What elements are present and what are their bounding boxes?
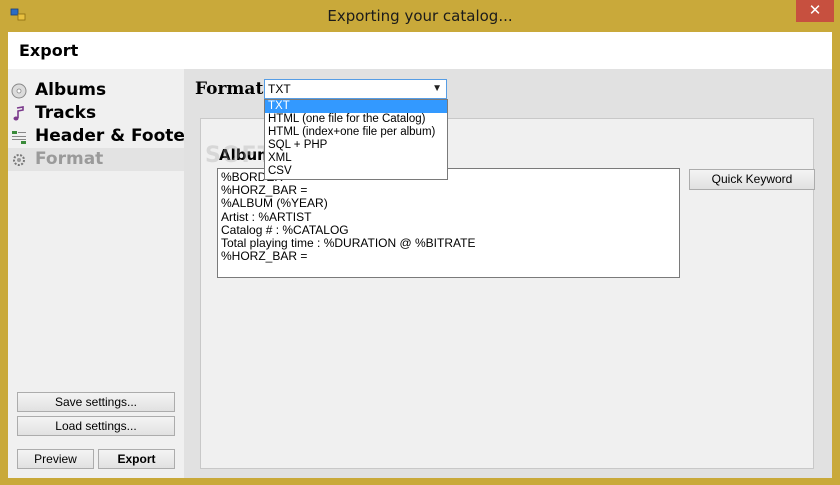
sidebar-item-format[interactable]: Format [8,148,184,171]
header-footer-icon [12,131,26,144]
save-settings-button[interactable]: Save settings... [17,392,175,412]
dropdown-option-csv[interactable]: CSV [265,165,447,178]
load-settings-button[interactable]: Load settings... [17,416,175,436]
dropdown-option-sql-php[interactable]: SQL + PHP [265,139,447,152]
album-template-textarea[interactable]: %BORDER %HORZ_BAR = %ALBUM (%YEAR) Artis… [217,168,680,278]
template-line: Artist : %ARTIST [221,209,312,224]
sidebar-item-albums[interactable]: Albums [8,79,184,102]
window-title: Exporting your catalog... [327,7,513,25]
format-label: Format [195,79,264,99]
cd-icon [11,83,27,99]
preview-button[interactable]: Preview [17,449,94,469]
sidebar: Albums Tracks Header & Footer Format Sav… [8,69,193,478]
export-button[interactable]: Export [98,449,175,469]
template-line: %ALBUM (%YEAR) [221,196,328,211]
sidebar-item-label: Tracks [35,103,97,123]
header-strip: Export [8,32,832,69]
close-button[interactable]: ✕ [796,0,834,22]
dropdown-option-txt[interactable]: TXT [265,100,447,113]
sidebar-item-label: Header & Footer [35,126,194,146]
dropdown-option-html-index[interactable]: HTML (index+one file per album) [265,126,447,139]
template-line: %HORZ_BAR = [221,249,308,264]
dropdown-option-html-catalog[interactable]: HTML (one file for the Catalog) [265,113,447,126]
music-note-icon [13,106,24,121]
format-dropdown-list: TXT HTML (one file for the Catalog) HTML… [264,99,448,180]
dropdown-option-xml[interactable]: XML [265,152,447,165]
sidebar-item-label: Format [35,149,104,169]
export-window: Exporting your catalog... ✕ Export Album… [0,0,840,485]
format-select[interactable]: TXT ▼ [264,79,447,99]
chevron-down-icon: ▼ [432,83,442,94]
gear-icon [13,154,25,166]
title-bar[interactable]: Exporting your catalog... ✕ [0,0,840,32]
sidebar-item-label: Albums [35,80,107,100]
quick-keyword-button[interactable]: Quick Keyword [689,169,815,190]
sidebar-item-header-footer[interactable]: Header & Footer [8,125,193,148]
page-title: Export [19,41,79,60]
format-selected-value: TXT [268,82,291,96]
sidebar-item-tracks[interactable]: Tracks [8,102,184,125]
